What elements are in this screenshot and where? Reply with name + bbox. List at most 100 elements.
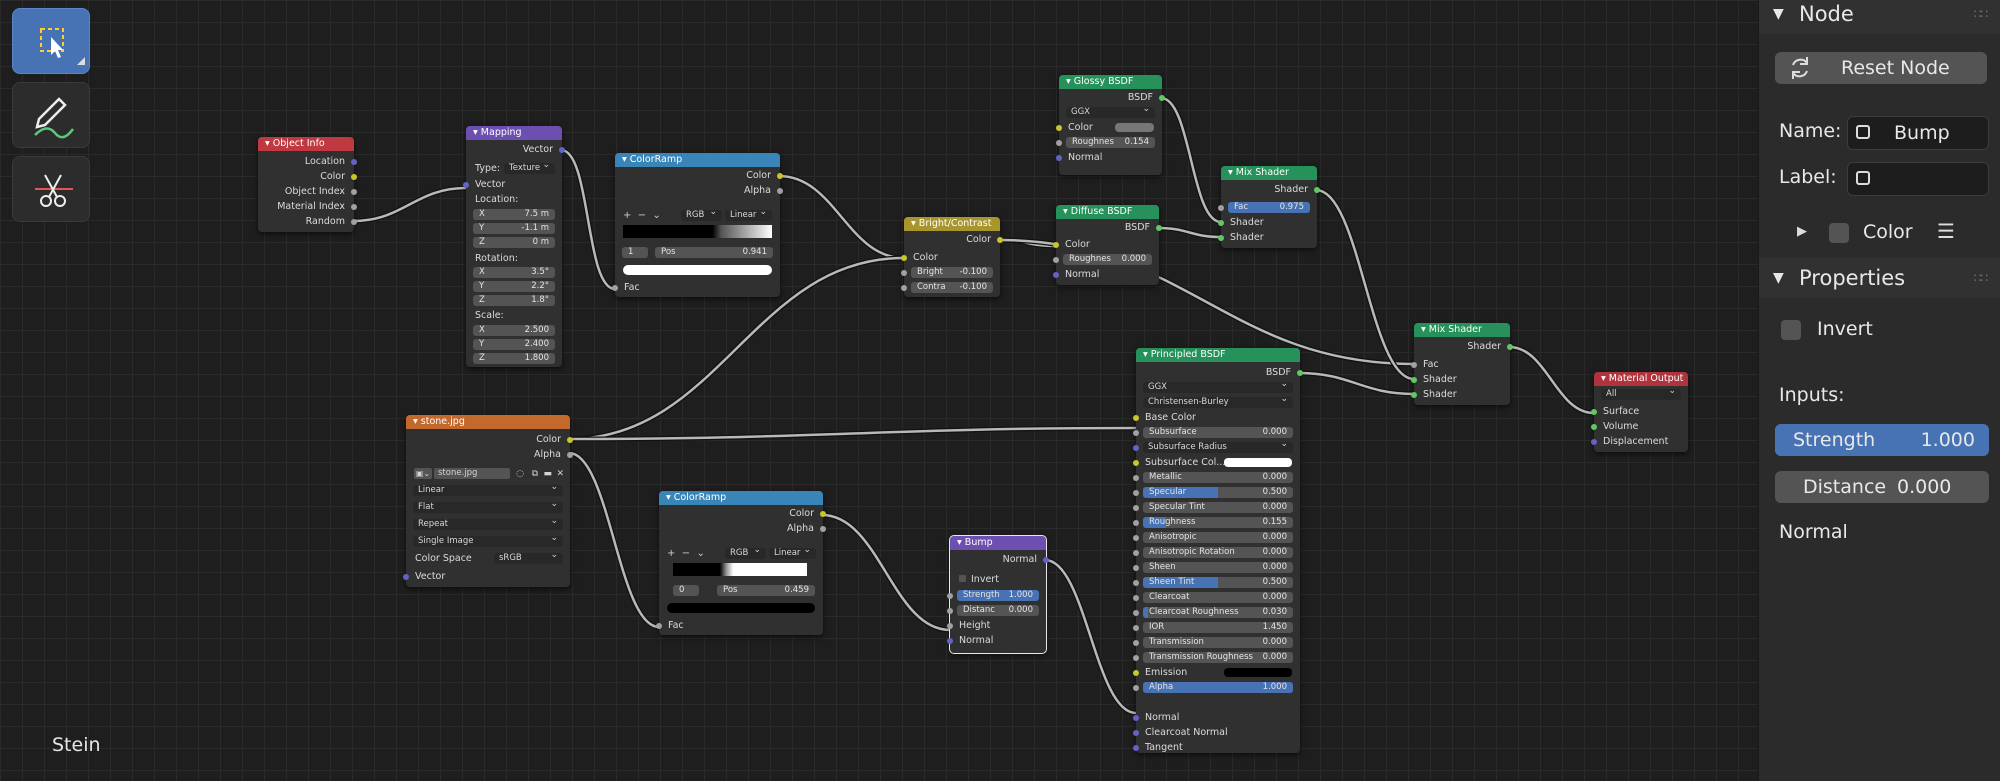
output-socket[interactable] [1314,186,1320,193]
mix-shader-node-2[interactable]: ▾ Mix Shader Shader Fac Shader Shader [1411,323,1513,405]
param-field[interactable]: Subsurface 0.000 [1143,427,1293,438]
roughness-field[interactable]: Roughnes 0.154 [1066,137,1155,148]
strength-slider[interactable]: Strength 1.000 [1775,424,1989,456]
color-checkbox[interactable] [1829,223,1849,243]
chevron-down-icon[interactable]: ⌄ [653,210,661,221]
label-field[interactable] [1847,162,1989,196]
input-socket[interactable] [1411,361,1417,368]
input-socket[interactable] [1411,391,1417,398]
add-stop-icon[interactable]: + [623,210,631,221]
stop-pos-field[interactable]: Pos 0.941 [655,247,773,258]
input-socket[interactable] [1133,594,1139,601]
node-editor-canvas[interactable]: Stein ▾ Object Info Location Color Objec… [0,0,1758,781]
mix-shader-node-1[interactable]: ▾ Mix Shader Shader Fac 0.975 Shader Shad… [1218,166,1320,248]
param-field[interactable]: Specular Tint 0.000 [1143,502,1293,513]
output-socket[interactable] [567,436,573,443]
node-link[interactable] [1157,226,1222,239]
diffuse-bsdf-node[interactable]: ▾ Diffuse BSDF BSDF Color Roughnes 0.000 … [1053,205,1162,285]
param-field[interactable]: Specular 0.500 [1143,487,1293,498]
node-link[interactable] [778,174,905,260]
input-socket[interactable] [1411,376,1417,383]
input-socket[interactable] [1056,124,1062,131]
folder-icon[interactable]: ▬ [543,468,552,481]
object-info-node[interactable]: ▾ Object Info Location Color Object Inde… [258,137,357,232]
input-socket[interactable] [656,622,662,629]
input-socket[interactable] [1053,271,1059,278]
drag-grip-icon[interactable]: ∷∷ [1974,0,1988,34]
output-socket[interactable] [777,187,783,194]
input-socket[interactable] [1056,154,1062,161]
image-name-field[interactable]: stone.jpg [434,468,510,479]
drag-grip-icon[interactable]: ∷∷ [1974,258,1988,298]
subsurface-method-dropdown[interactable]: Christensen-Burley [1143,394,1293,408]
input-socket[interactable] [463,181,469,188]
input-socket[interactable] [1133,669,1139,676]
param-dropdown[interactable]: Subsurface Radius [1143,439,1293,453]
rotation-z-field[interactable]: Z 1.8° [473,295,555,306]
param-field[interactable]: Metallic 0.000 [1143,472,1293,483]
chevron-down-icon[interactable]: ⌄ [697,548,705,559]
roughness-field[interactable]: Roughnes 0.000 [1063,254,1152,265]
output-socket[interactable] [820,510,826,517]
properties-panel-header[interactable]: ▼ Properties ∷∷ [1759,258,2000,298]
invert-checkbox[interactable] [959,575,966,582]
input-socket[interactable] [1133,489,1139,496]
input-socket[interactable] [1591,423,1597,430]
input-socket[interactable] [1133,639,1139,646]
stop-index-field[interactable]: 0 [673,585,699,596]
input-socket[interactable] [1133,444,1139,451]
input-socket[interactable] [1133,414,1139,421]
distribution-dropdown[interactable]: GGX [1143,379,1293,393]
input-socket[interactable] [1591,408,1597,415]
interpolation-dropdown[interactable]: Linear [725,207,772,221]
cut-links-tool[interactable] [12,156,90,222]
input-socket[interactable] [1133,459,1139,466]
input-socket[interactable] [1133,429,1139,436]
input-socket[interactable] [1133,534,1139,541]
input-socket[interactable] [947,637,953,644]
input-socket[interactable] [1056,139,1062,146]
input-socket[interactable] [1133,609,1139,616]
output-socket[interactable] [567,451,573,458]
bright-field[interactable]: Bright -0.100 [911,267,993,278]
select-box-tool[interactable] [12,8,90,74]
color-ramp-gradient[interactable] [673,563,807,576]
output-socket[interactable] [559,146,565,153]
param-field[interactable]: Sheen Tint 0.500 [1143,577,1293,588]
node-link[interactable] [560,148,616,291]
color-swatch[interactable] [1224,668,1292,677]
output-socket[interactable] [351,158,357,165]
source-dropdown[interactable]: Single Image [413,533,563,547]
input-socket[interactable] [1133,654,1139,661]
output-socket[interactable] [1507,343,1513,350]
mapping-node[interactable]: ▾ Mapping Vector Type:Texture Vector Loc… [463,126,565,367]
expand-triangle-icon[interactable]: ▶ [1797,224,1807,239]
input-socket[interactable] [901,284,907,291]
remove-stop-icon[interactable]: − [682,548,690,559]
input-socket[interactable] [1133,684,1139,691]
image-browse-icon[interactable]: ▣⌄ [414,468,432,479]
stop-index-field[interactable]: 1 [622,247,648,258]
input-socket[interactable] [1053,256,1059,263]
location-z-field[interactable]: Z0 m [473,237,555,248]
contrast-field[interactable]: Contra -0.100 [911,282,993,293]
rotation-y-field[interactable]: Y 2.2° [473,281,555,292]
location-y-field[interactable]: Y -1.1 m [473,223,555,234]
image-texture-node[interactable]: ▾ stone.jpg Color Alpha ▣⌄ stone.jpg ◌ ⧉… [403,415,573,587]
input-socket[interactable] [1133,549,1139,556]
output-socket[interactable] [351,173,357,180]
color-mode-dropdown[interactable]: RGB [725,545,766,559]
stop-color-swatch[interactable] [623,265,772,275]
annotate-tool[interactable] [12,82,90,148]
input-socket[interactable] [1591,438,1597,445]
input-socket[interactable] [1133,519,1139,526]
color-space-dropdown[interactable]: sRGB [494,550,563,564]
target-dropdown[interactable]: All [1601,386,1681,400]
distance-field[interactable]: Distanc 0.000 [957,605,1039,616]
bump-node[interactable]: ▾ Bump Normal Invert Strength 1.000 Dista… [947,535,1049,654]
distance-slider[interactable]: Distance 0.000 [1775,471,1989,503]
node-link[interactable] [1508,345,1595,415]
rotation-x-field[interactable]: X 3.5° [473,267,555,278]
interpolation-dropdown[interactable]: Linear [769,545,816,559]
node-link[interactable] [1044,558,1137,715]
